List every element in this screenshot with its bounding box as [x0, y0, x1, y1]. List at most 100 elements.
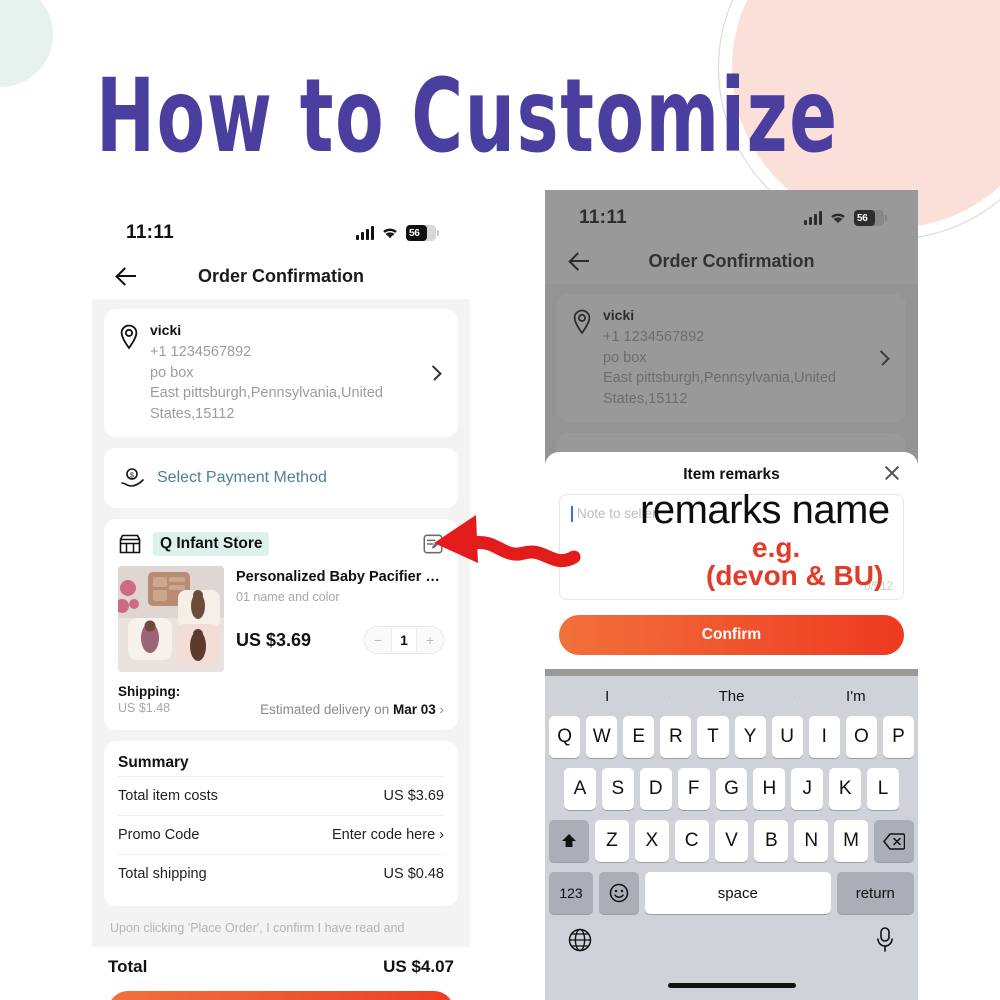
- chevron-right-icon: ›: [439, 702, 445, 718]
- status-bar: 11:11 56: [545, 190, 918, 238]
- keyboard-row-2: A S D F G H J K L: [545, 768, 918, 810]
- microphone-icon[interactable]: [874, 926, 896, 954]
- key-i[interactable]: I: [808, 716, 840, 758]
- decoration-mint-circle: [0, 0, 53, 87]
- back-arrow-icon[interactable]: [114, 263, 140, 289]
- shipping-row[interactable]: Shipping: US $1.48 Estimated delivery on…: [118, 684, 444, 717]
- prediction-2[interactable]: The: [669, 688, 793, 705]
- key-g[interactable]: G: [715, 768, 748, 810]
- address-card[interactable]: vicki +1 1234567892 po box East pittsbur…: [557, 294, 906, 423]
- key-m[interactable]: M: [834, 820, 869, 862]
- key-e[interactable]: E: [623, 716, 655, 758]
- key-z[interactable]: Z: [595, 820, 629, 862]
- nav-bar: Order Confirmation: [545, 238, 918, 284]
- summary-row-total-shipping: Total shipping US $0.48: [118, 854, 444, 893]
- key-n[interactable]: N: [794, 820, 829, 862]
- keyboard-row-4: 123 space return: [545, 872, 918, 914]
- key-v[interactable]: V: [714, 820, 749, 862]
- location-pin-icon: [120, 324, 138, 350]
- prediction-3[interactable]: I'm: [793, 688, 918, 705]
- key-d[interactable]: D: [639, 768, 672, 810]
- product-price: US $3.69: [236, 629, 312, 650]
- key-c[interactable]: C: [674, 820, 709, 862]
- key-r[interactable]: R: [660, 716, 692, 758]
- key-f[interactable]: F: [677, 768, 710, 810]
- key-b[interactable]: B: [754, 820, 789, 862]
- shipping-estimate-date: Mar 03: [392, 702, 436, 718]
- emoji-smiley-icon[interactable]: [599, 872, 639, 914]
- back-arrow-icon[interactable]: [567, 248, 593, 274]
- key-a[interactable]: A: [564, 768, 596, 810]
- order-disclaimer: Upon clicking 'Place Order', I confirm I…: [110, 921, 405, 936]
- confirm-button[interactable]: Confirm: [559, 615, 904, 655]
- promo-code-entry[interactable]: Enter code here ›: [332, 827, 444, 843]
- numeric-switch-key[interactable]: 123: [549, 872, 593, 914]
- total-bar: Total US $4.07: [92, 947, 470, 982]
- address-card[interactable]: vicki +1 1234567892 po box East pittsbur…: [104, 309, 458, 438]
- address-phone: +1 1234567892: [150, 344, 252, 360]
- home-indicator: [667, 983, 796, 988]
- key-o[interactable]: O: [845, 716, 877, 758]
- key-x[interactable]: X: [634, 820, 669, 862]
- quantity-decrement-button[interactable]: −: [365, 627, 391, 653]
- close-icon[interactable]: [882, 463, 902, 483]
- key-s[interactable]: S: [601, 768, 634, 810]
- modal-title: Item remarks: [683, 466, 780, 483]
- keyboard-footer: [545, 924, 918, 954]
- status-time: 11:11: [126, 222, 174, 243]
- place-order-button[interactable]: Place order: [108, 991, 454, 1000]
- quantity-stepper[interactable]: − 1 +: [364, 626, 444, 655]
- key-h[interactable]: H: [753, 768, 786, 810]
- nav-title: Order Confirmation: [648, 250, 815, 271]
- backspace-icon[interactable]: [874, 820, 915, 862]
- storefront-icon: [119, 535, 141, 554]
- signal-bars-icon: [804, 210, 822, 225]
- product-title: Personalized Baby Pacifier Clip Custo…: [236, 569, 444, 586]
- summary-card: Summary Total item costs US $3.69 Promo …: [104, 741, 458, 907]
- product-photo-jewelry-boxes: [118, 566, 224, 673]
- store-name[interactable]: Q Infant Store: [153, 532, 270, 557]
- summary-row-promo-code[interactable]: Promo Code Enter code here ›: [118, 815, 444, 854]
- nav-title: Order Confirmation: [197, 265, 364, 286]
- summary-heading: Summary: [118, 754, 189, 772]
- address-line1: po box: [603, 349, 647, 366]
- summary-label: Total shipping: [118, 866, 207, 883]
- key-q[interactable]: Q: [549, 716, 581, 758]
- order-content: vicki +1 1234567892 po box East pittsbur…: [92, 299, 470, 948]
- key-l[interactable]: L: [867, 768, 900, 810]
- key-j[interactable]: J: [791, 768, 824, 810]
- key-t[interactable]: T: [697, 716, 729, 758]
- quantity-increment-button[interactable]: +: [417, 627, 443, 653]
- shipping-label: Shipping:: [118, 684, 181, 700]
- key-p[interactable]: P: [882, 716, 914, 758]
- edit-note-icon[interactable]: [422, 533, 444, 555]
- shift-up-icon[interactable]: [549, 820, 589, 862]
- globe-icon[interactable]: [567, 927, 593, 953]
- key-y[interactable]: Y: [734, 716, 766, 758]
- chevron-right-icon: [426, 365, 442, 381]
- left-phone-screen: 11:11 56 Order Confirmation vicki +1 123…: [92, 205, 470, 1000]
- key-k[interactable]: K: [829, 768, 862, 810]
- signal-bars-icon: [356, 225, 374, 240]
- shipping-cost: US $1.48: [118, 701, 171, 716]
- battery-icon: 56: [406, 225, 439, 241]
- space-key[interactable]: space: [645, 872, 831, 914]
- address-name: vicki: [603, 307, 635, 323]
- key-w[interactable]: W: [586, 716, 618, 758]
- summary-row-total-item-costs: Total item costs US $3.69: [118, 776, 444, 815]
- shipping-estimate-prefix: Estimated delivery on: [260, 702, 393, 718]
- return-key[interactable]: return: [836, 872, 914, 914]
- annotation-example: (devon & BU): [706, 560, 884, 591]
- status-bar: 11:11 56: [92, 205, 470, 253]
- payment-method-card[interactable]: $ Select Payment Method: [104, 448, 458, 509]
- keyboard-row-1: Q W E R T Y U I O P: [545, 716, 918, 758]
- ios-keyboard: I The I'm Q W E R T Y U I O P A S D F G …: [545, 676, 918, 1000]
- product-row[interactable]: Personalized Baby Pacifier Clip Custo… 0…: [118, 566, 444, 673]
- text-caret: [571, 506, 573, 522]
- location-pin-icon: [573, 309, 591, 335]
- poster-canvas: How to Customize 11:11 56 Order Confirma…: [0, 0, 1000, 1000]
- address-phone: +1 1234567892: [603, 329, 705, 345]
- prediction-1[interactable]: I: [545, 688, 669, 705]
- key-u[interactable]: U: [771, 716, 803, 758]
- nav-bar: Order Confirmation: [92, 253, 470, 299]
